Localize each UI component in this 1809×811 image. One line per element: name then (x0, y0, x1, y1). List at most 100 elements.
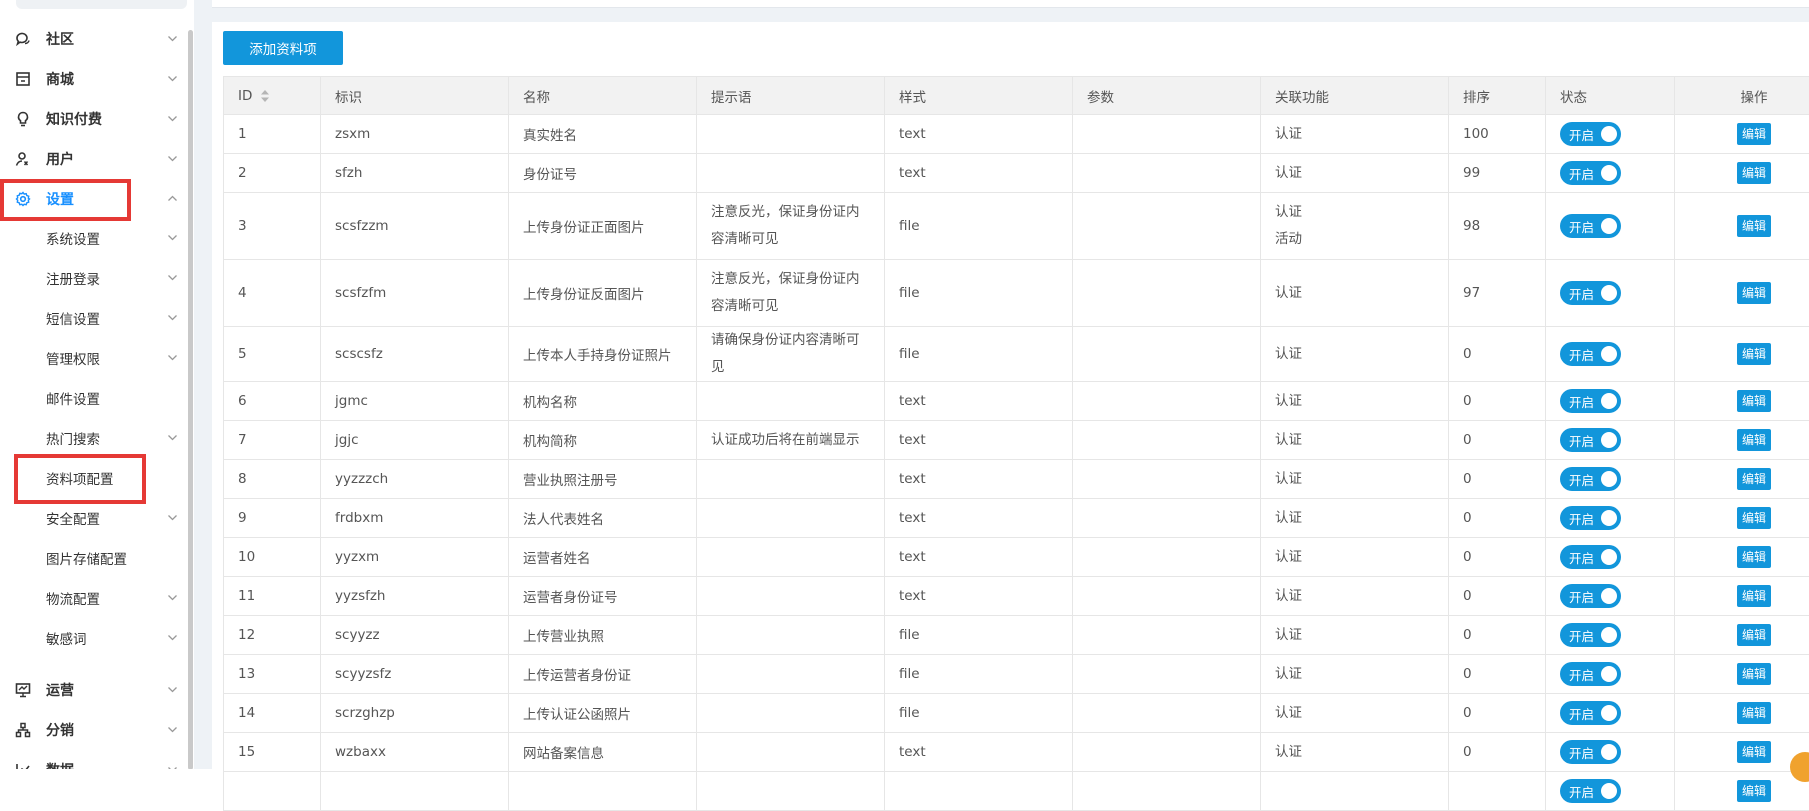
cell-sort (1449, 772, 1546, 811)
sub-item-hot-search[interactable]: 热门搜索 (0, 418, 188, 458)
add-profile-field-button[interactable]: 添加资料项 (223, 31, 343, 65)
cell-params (1073, 460, 1261, 499)
menu-item-user[interactable]: 用户 (0, 139, 188, 179)
cell-sort: 0 (1449, 421, 1546, 460)
sidebar-scrollbar[interactable] (188, 30, 193, 769)
menu-item-operations[interactable]: 运营 (0, 670, 188, 710)
column-header-name: 名称 (509, 77, 697, 115)
toggle-label: 开启 (1569, 431, 1594, 450)
status-toggle[interactable]: 开启 (1560, 623, 1621, 647)
cell-sort: 0 (1449, 694, 1546, 733)
sub-item-label: 注册登录 (46, 268, 100, 288)
column-header-style: 样式 (885, 77, 1073, 115)
cell-style: text (885, 115, 1073, 154)
status-toggle[interactable]: 开启 (1560, 214, 1621, 238)
status-toggle[interactable]: 开启 (1560, 506, 1621, 530)
status-toggle[interactable]: 开启 (1560, 122, 1621, 146)
toggle-knob (1601, 783, 1617, 799)
cell-hint (697, 733, 885, 772)
status-toggle[interactable]: 开启 (1560, 161, 1621, 185)
status-toggle[interactable]: 开启 (1560, 545, 1621, 569)
edit-button[interactable]: 编辑 (1737, 507, 1771, 529)
cell-style: text (885, 499, 1073, 538)
highlight-box-profile-fields (14, 454, 146, 504)
menu-item-community[interactable]: 社区 (0, 19, 188, 59)
table-body: 1zsxm真实姓名text认证100开启编辑2sfzh身份证号text认证99开… (224, 115, 1809, 811)
feature-label: 认证 (1275, 583, 1434, 610)
column-header-id[interactable]: ID (224, 77, 321, 115)
toggle-knob (1601, 627, 1617, 643)
status-toggle[interactable]: 开启 (1560, 342, 1621, 366)
status-toggle[interactable]: 开启 (1560, 740, 1621, 764)
sub-item-sensitive-words[interactable]: 敏感词 (0, 618, 188, 658)
table-row: 10yyzxm运营者姓名text认证0开启编辑 (224, 538, 1809, 577)
cell-feature: 认证 (1261, 154, 1449, 193)
status-toggle[interactable]: 开启 (1560, 428, 1621, 452)
status-toggle[interactable]: 开启 (1560, 584, 1621, 608)
status-toggle[interactable]: 开启 (1560, 281, 1621, 305)
feature-label: 认证 (1275, 160, 1434, 187)
cell-status: 开启 (1546, 577, 1675, 616)
cell-ops: 编辑 (1675, 772, 1809, 811)
sub-item-admin-permissions[interactable]: 管理权限 (0, 338, 188, 378)
cell-params (1073, 499, 1261, 538)
cell-sort: 0 (1449, 616, 1546, 655)
top-card (212, 0, 1809, 8)
edit-button[interactable]: 编辑 (1737, 123, 1771, 145)
toggle-knob (1601, 393, 1617, 409)
chevron-down-icon (167, 73, 178, 84)
status-toggle[interactable]: 开启 (1560, 701, 1621, 725)
status-toggle[interactable]: 开启 (1560, 662, 1621, 686)
edit-button[interactable]: 编辑 (1737, 215, 1771, 237)
edit-button[interactable]: 编辑 (1737, 741, 1771, 763)
edit-button[interactable]: 编辑 (1737, 546, 1771, 568)
status-toggle[interactable]: 开启 (1560, 779, 1621, 803)
toggle-label: 开启 (1569, 392, 1594, 411)
edit-button[interactable]: 编辑 (1737, 390, 1771, 412)
edit-button[interactable]: 编辑 (1737, 343, 1771, 365)
edit-button[interactable]: 编辑 (1737, 429, 1771, 451)
edit-button[interactable]: 编辑 (1737, 702, 1771, 724)
sub-item-image-storage[interactable]: 图片存储配置 (0, 538, 188, 578)
cell-name: 上传运营者身份证 (509, 655, 697, 694)
menu-item-knowledge[interactable]: 知识付费 (0, 99, 188, 139)
cell-style: text (885, 733, 1073, 772)
feature-label: 认证 (1275, 622, 1434, 649)
sub-item-logistics[interactable]: 物流配置 (0, 578, 188, 618)
sub-item-security-config[interactable]: 安全配置 (0, 498, 188, 538)
chevron-down-icon (167, 312, 178, 323)
cell-key: scsfzfm (321, 260, 509, 327)
cell-key: yyzzzch (321, 460, 509, 499)
edit-button[interactable]: 编辑 (1737, 282, 1771, 304)
edit-button[interactable]: 编辑 (1737, 468, 1771, 490)
sub-item-register-login[interactable]: 注册登录 (0, 258, 188, 298)
menu-item-distribution[interactable]: 分销 (0, 710, 188, 750)
hierarchy-icon (15, 722, 31, 738)
cell-id: 10 (224, 538, 321, 577)
sort-icon[interactable] (260, 89, 270, 103)
feature-label: 认证 (1275, 121, 1434, 148)
toggle-knob (1601, 165, 1617, 181)
sub-item-email-settings[interactable]: 邮件设置 (0, 378, 188, 418)
status-toggle[interactable]: 开启 (1560, 389, 1621, 413)
cell-key: zsxm (321, 115, 509, 154)
edit-button[interactable]: 编辑 (1737, 780, 1771, 802)
sidebar: 社区 商城 知识付费 用户 设置 系统设置 注册登录 短信设置 管理权限 邮 (0, 0, 194, 769)
menu-item-store[interactable]: 商城 (0, 59, 188, 99)
column-header-status: 状态 (1546, 77, 1675, 115)
sub-item-system-settings[interactable]: 系统设置 (0, 218, 188, 258)
cell-params (1073, 616, 1261, 655)
sub-item-sms-settings[interactable]: 短信设置 (0, 298, 188, 338)
edit-button[interactable]: 编辑 (1737, 162, 1771, 184)
menu-item-data[interactable]: 数据 (0, 750, 188, 769)
feature-label: 认证 (1275, 505, 1434, 532)
cell-key: frdbxm (321, 499, 509, 538)
edit-button[interactable]: 编辑 (1737, 624, 1771, 646)
cell-feature: 认证 (1261, 538, 1449, 577)
edit-button[interactable]: 编辑 (1737, 585, 1771, 607)
edit-button[interactable]: 编辑 (1737, 663, 1771, 685)
cell-ops: 编辑 (1675, 193, 1809, 260)
cell-name: 运营者姓名 (509, 538, 697, 577)
feature-label: 认证 (1275, 280, 1434, 307)
status-toggle[interactable]: 开启 (1560, 467, 1621, 491)
